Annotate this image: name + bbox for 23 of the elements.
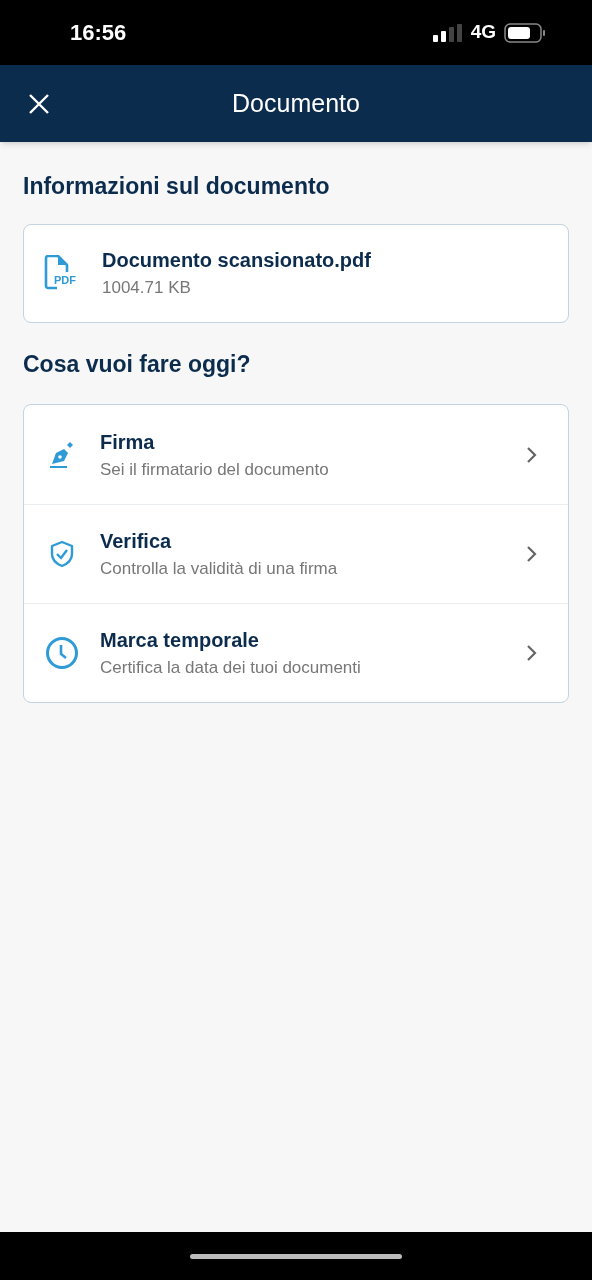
section-heading: Cosa vuoi fare oggi? [23,349,252,379]
chevron-right-icon [526,644,538,662]
section-heading: Informazioni sul documento [23,172,331,201]
action-subtitle: Certifica la data dei tuoi documenti [100,657,362,680]
chevron-right-icon [526,545,538,563]
close-icon [28,92,50,115]
action-item[interactable]: Marca temporale Certifica la data dei tuoi documenti [24,603,568,702]
chevron-right-icon [526,445,538,464]
action-subtitle: Sei il firmatario del documento [100,458,330,481]
battery-icon [504,22,546,43]
action-title: Firma [100,429,156,455]
status-time: 16:56 [70,19,127,47]
action-title: Marca temporale [100,628,260,654]
action-item[interactable]: Firma Sei il firmatario del documento [24,405,568,504]
action-item[interactable]: Verifica Controlla la validità di una firma [24,504,568,603]
signal-icon [432,23,463,42]
file-size: 1004.71 KB [102,277,192,300]
action-subtitle: Controlla la validità di una firma [100,558,339,581]
clock-icon [45,636,79,670]
file-name: Documento scansionato.pdf [102,248,371,274]
header-title: Documento [232,87,360,119]
action-title: Verifica [100,529,173,555]
network-label: 4G [470,20,496,45]
